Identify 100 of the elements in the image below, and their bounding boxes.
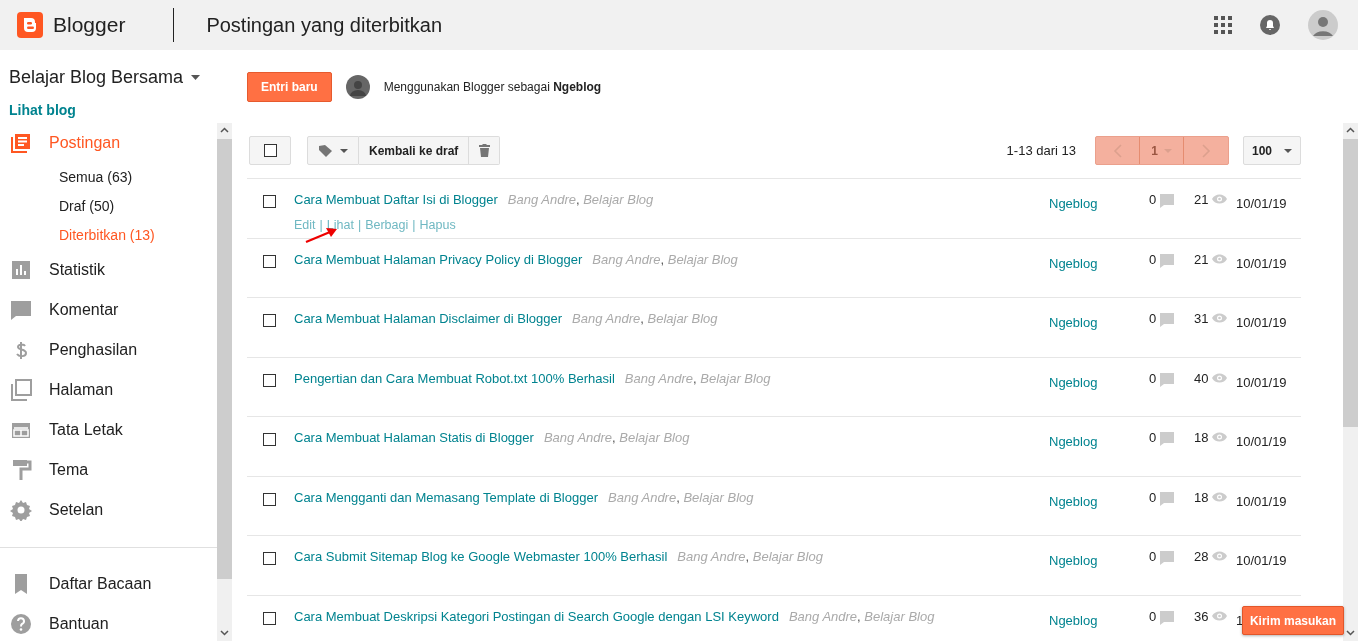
sidebar-subitem[interactable]: Draf (50) [0, 192, 217, 221]
sidebar-item[interactable]: Bantuan [0, 604, 217, 641]
comment-count: 0 [1149, 250, 1157, 269]
dropdown-caret-icon[interactable] [191, 75, 201, 80]
row-checkbox[interactable] [263, 492, 276, 506]
row-checkbox[interactable] [263, 195, 276, 208]
row-checkbox[interactable] [263, 552, 276, 565]
caret-icon [1163, 148, 1172, 153]
view-count: 40 [1194, 369, 1209, 388]
blog-link[interactable]: Ngeblog [1049, 368, 1149, 392]
post-meta-text: Bang Andre, Belajar Blog [572, 310, 718, 328]
range-text: 1-13 dari 13 [1006, 141, 1076, 160]
sidebar-item[interactable]: Statistik [0, 250, 217, 290]
send-feedback-button[interactable]: Kirim masukan [1241, 606, 1344, 635]
scrollbar-thumb[interactable] [1343, 139, 1358, 427]
view-blog-link[interactable]: Lihat blog [9, 100, 76, 121]
sidebar-item[interactable]: Penghasilan [0, 330, 217, 370]
blog-link[interactable]: Ngeblog [1049, 249, 1149, 273]
blog-link[interactable]: Ngeblog [1049, 428, 1149, 452]
sidebar-item[interactable]: Tata Letak [0, 410, 217, 450]
chevron-right-icon [1201, 143, 1211, 158]
sidebar-subitem[interactable]: Semua (63) [0, 163, 217, 192]
post-title-link[interactable]: Cara Submit Sitemap Blog ke Google Webmaster 100% Berhasil [294, 547, 668, 567]
pages-icon [10, 379, 32, 401]
sidebar-item[interactable]: Tema [0, 450, 217, 490]
post-title-link[interactable]: Cara Membuat Daftar Isi di Blogger [294, 190, 498, 210]
row-checkbox[interactable] [263, 433, 276, 446]
comment-count: 0 [1149, 191, 1157, 209]
row-checkbox[interactable] [263, 254, 276, 268]
user-avatar-icon [345, 74, 370, 99]
post-title-link[interactable]: Cara Membuat Halaman Statis di Blogger [294, 428, 534, 448]
blog-link[interactable]: Ngeblog [1049, 190, 1149, 214]
page-select-button[interactable]: 1 [1140, 137, 1184, 164]
caret-icon [339, 148, 348, 153]
post-title-link[interactable]: Pengertian dan Cara Membuat Robot.txt 100% Berhasil [294, 368, 615, 388]
comment-count: 0 [1149, 310, 1157, 328]
view-count: 21 [1194, 250, 1209, 269]
post-title-link[interactable]: Cara Membuat Halaman Disclaimer di Blogger [294, 309, 563, 329]
comment-icon [1160, 194, 1175, 208]
blog-link[interactable]: Ngeblog [1049, 606, 1149, 630]
post-date: 10/01/19 [1236, 493, 1287, 509]
revert-to-draft-button[interactable]: Kembali ke draf [359, 136, 470, 165]
post-date: 10/01/19 [1236, 315, 1287, 330]
post-date: 10/01/19 [1236, 434, 1287, 449]
comment-icon [1160, 432, 1175, 446]
post-date: 10/01/19 [1236, 255, 1287, 271]
comment-count: 0 [1149, 607, 1157, 626]
post-date: 10/01/19 [1236, 374, 1287, 390]
eye-icon [1212, 610, 1228, 621]
blog-link[interactable]: Ngeblog [1049, 547, 1149, 571]
label-dropdown-button[interactable] [307, 136, 359, 165]
delete-button[interactable] [469, 136, 501, 165]
post-meta-text: Bang Andre, Belajar Blog [507, 191, 654, 209]
paint-roller-icon [10, 459, 32, 481]
blog-link[interactable]: Ngeblog [1049, 487, 1149, 511]
annotation-arrow [304, 227, 338, 244]
caret-icon [1284, 148, 1292, 153]
post-title-link[interactable]: Cara Membuat Deskripsi Kategori Postingan di Search Google dengan LSI Keyword [294, 606, 779, 626]
blog-link[interactable]: Ngeblog [1049, 309, 1149, 333]
signed-in-text: Menggunakan Blogger sebagai Ngeblog [383, 78, 602, 96]
view-count: 18 [1194, 429, 1209, 447]
comment-icon [1160, 372, 1175, 387]
scrollbar-thumb[interactable] [217, 139, 232, 579]
select-all-checkbox[interactable] [249, 136, 291, 165]
trash-icon [478, 144, 490, 157]
new-post-button[interactable]: Entri baru [247, 71, 332, 102]
per-page-select[interactable]: 100 [1243, 136, 1301, 165]
post-meta-text: Bang Andre, Belajar Blog [624, 369, 771, 388]
row-checkbox[interactable] [263, 373, 276, 387]
sidebar-item[interactable]: Postingan [0, 123, 217, 163]
app-name: Blogger [53, 12, 126, 39]
apps-grid-icon[interactable] [1214, 16, 1232, 34]
view-count: 31 [1194, 310, 1209, 328]
view-count: 28 [1194, 548, 1209, 566]
comment-count: 0 [1149, 429, 1157, 447]
separator-text: | [357, 217, 362, 232]
sidebar-item[interactable]: Setelan [0, 490, 217, 530]
page-title: Postingan yang diterbitkan [206, 13, 443, 38]
sidebar-item[interactable]: Halaman [0, 370, 217, 410]
sidebar-subitem[interactable]: Diterbitkan (13) [0, 221, 217, 250]
tag-icon [318, 144, 332, 157]
post-date: 10/01/19 [1236, 196, 1287, 211]
notification-bell-icon[interactable] [1260, 15, 1280, 35]
bar-chart-icon [10, 259, 32, 281]
sidebar-item[interactable]: Komentar [0, 290, 217, 330]
row-checkbox[interactable] [263, 314, 276, 327]
comment-icon [1160, 313, 1175, 327]
eye-icon [1212, 491, 1228, 502]
comment-icon [1160, 610, 1175, 625]
post-title-link[interactable]: Cara Membuat Halaman Privacy Policy di Blogger [294, 249, 583, 269]
row-checkbox[interactable] [263, 611, 276, 625]
post-meta-text: Bang Andre, Belajar Blog [677, 548, 823, 566]
user-avatar-icon[interactable] [1308, 10, 1338, 40]
post-title-link[interactable]: Cara Mengganti dan Memasang Template di Blogger [294, 487, 598, 507]
post-meta-text: Bang Andre, Belajar Blog [543, 429, 690, 447]
sidebar-item[interactable]: Daftar Bacaan [0, 564, 217, 604]
help-icon [10, 613, 32, 635]
blogger-logo-icon [17, 12, 43, 38]
settings-gear-icon [10, 499, 32, 521]
blog-name[interactable]: Belajar Blog Bersama [9, 64, 184, 91]
